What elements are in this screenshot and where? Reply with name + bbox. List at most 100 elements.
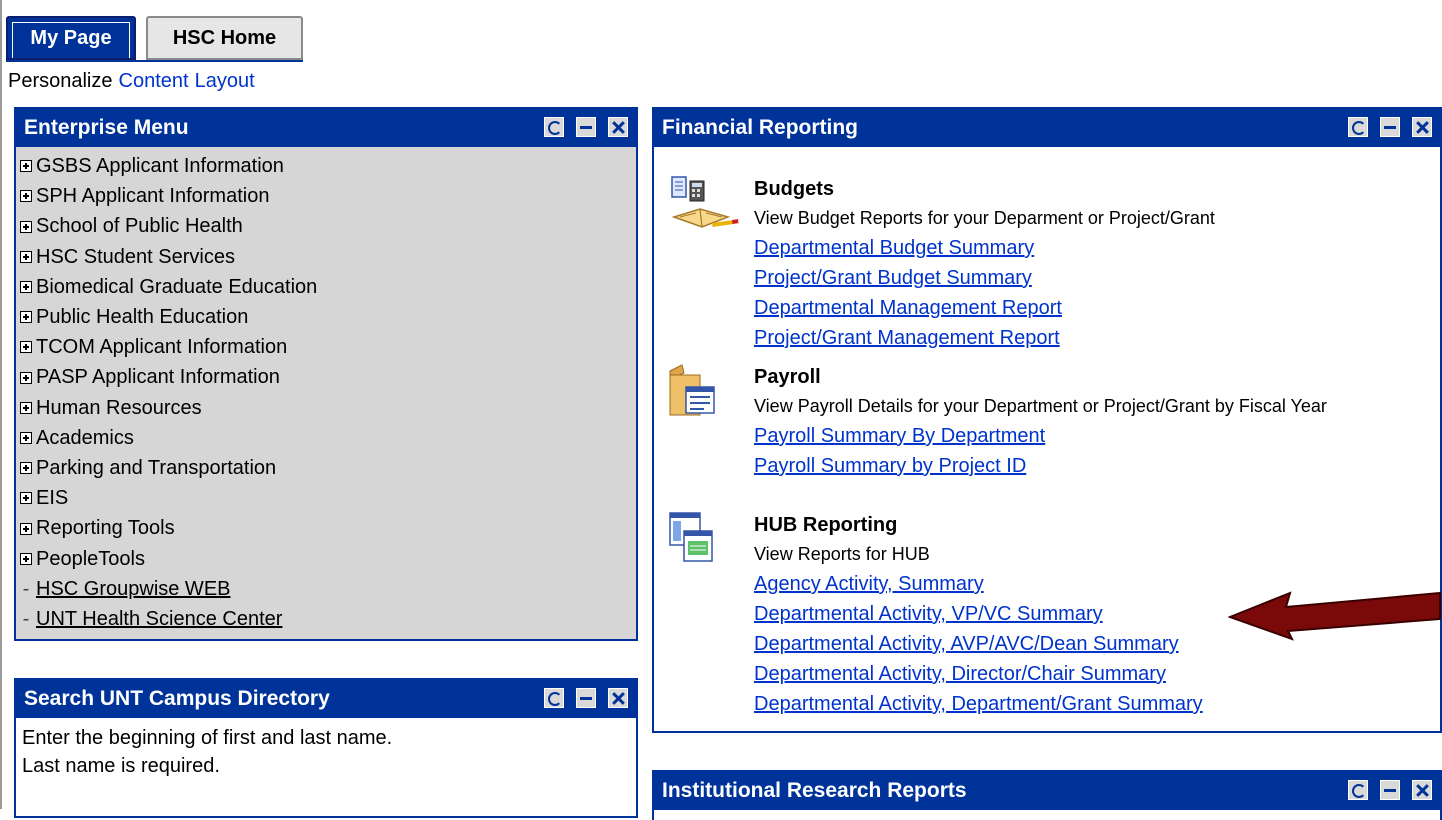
expand-plus-icon[interactable] <box>20 250 32 263</box>
enterprise-menu-list: GSBS Applicant Information SPH Applicant… <box>16 147 636 639</box>
search-directory-body: Enter the beginning of first and last na… <box>16 718 636 786</box>
payroll-heading: Payroll <box>754 366 821 388</box>
menu-folder-label[interactable]: School of Public Health <box>36 211 243 241</box>
menu-folder-item[interactable]: Biomedical Graduate Education <box>20 272 636 302</box>
refresh-icon[interactable] <box>1348 780 1368 800</box>
bullet-dash-icon: - <box>22 577 30 600</box>
departmental-management-report-link[interactable]: Departmental Management Report <box>754 293 1215 323</box>
menu-folder-item[interactable]: HSC Student Services <box>20 242 636 272</box>
enterprise-menu-header: Enterprise Menu <box>16 109 636 147</box>
expand-plus-icon[interactable] <box>20 371 32 384</box>
search-directory-title: Search UNT Campus Directory <box>24 687 330 710</box>
menu-folder-label[interactable]: Human Resources <box>36 393 202 423</box>
menu-folder-item[interactable]: TCOM Applicant Information <box>20 332 636 362</box>
budgets-section: Budgets View Budget Reports for your Dep… <box>754 175 1215 353</box>
institutional-research-title: Institutional Research Reports <box>662 779 967 802</box>
expand-plus-icon[interactable] <box>20 431 32 444</box>
expand-plus-icon[interactable] <box>20 522 32 535</box>
refresh-icon[interactable] <box>1348 117 1368 137</box>
close-icon[interactable] <box>1412 117 1432 137</box>
departmental-activity-department-grant-summary-link[interactable]: Departmental Activity, Department/Grant … <box>754 689 1203 719</box>
departmental-activity-avp-dean-summary-link[interactable]: Departmental Activity, AVP/AVC/Dean Summ… <box>754 629 1203 659</box>
project-grant-budget-summary-link[interactable]: Project/Grant Budget Summary <box>754 263 1215 293</box>
budget-book-calculator-icon <box>671 176 739 228</box>
menu-folder-label[interactable]: SPH Applicant Information <box>36 181 269 211</box>
hub-reporting-description: View Reports for HUB <box>754 544 930 564</box>
menu-folder-item[interactable]: Reporting Tools <box>20 513 636 543</box>
minimize-icon[interactable] <box>576 117 596 137</box>
menu-folder-item[interactable]: SPH Applicant Information <box>20 181 636 211</box>
personalize-layout-link[interactable]: Layout <box>195 70 255 92</box>
departmental-activity-vpvc-summary-link[interactable]: Departmental Activity, VP/VC Summary <box>754 599 1203 629</box>
payroll-description: View Payroll Details for your Department… <box>754 396 1327 416</box>
hub-reporting-heading: HUB Reporting <box>754 514 898 536</box>
menu-folder-label[interactable]: Academics <box>36 423 134 453</box>
bullet-dash-icon: - <box>22 608 30 631</box>
minimize-icon[interactable] <box>576 688 596 708</box>
expand-plus-icon[interactable] <box>20 401 32 414</box>
menu-folder-label[interactable]: Public Health Education <box>36 302 248 332</box>
menu-folder-label[interactable]: PASP Applicant Information <box>36 362 280 392</box>
menu-folder-label[interactable]: Parking and Transportation <box>36 453 276 483</box>
menu-folder-item[interactable]: EIS <box>20 483 636 513</box>
menu-folder-label[interactable]: Biomedical Graduate Education <box>36 272 317 302</box>
personalize-bar: Personalize Content Layout <box>8 70 255 93</box>
payroll-summary-by-project-id-link[interactable]: Payroll Summary by Project ID <box>754 451 1404 481</box>
personalize-label: Personalize <box>8 70 113 92</box>
hub-reporting-section: HUB Reporting View Reports for HUB Agenc… <box>754 511 1203 719</box>
project-grant-management-report-link[interactable]: Project/Grant Management Report <box>754 323 1215 353</box>
menu-folder-item[interactable]: PASP Applicant Information <box>20 362 636 392</box>
tab-hsc-home[interactable]: HSC Home <box>146 16 303 60</box>
expand-plus-icon[interactable] <box>20 160 32 173</box>
expand-plus-icon[interactable] <box>20 311 32 324</box>
minimize-icon[interactable] <box>1380 117 1400 137</box>
refresh-icon[interactable] <box>544 117 564 137</box>
window-left-border <box>0 0 2 809</box>
expand-plus-icon[interactable] <box>20 220 32 233</box>
hub-reports-windows-icon <box>669 512 713 562</box>
menu-folder-label[interactable]: HSC Student Services <box>36 242 235 272</box>
expand-plus-icon[interactable] <box>20 492 32 505</box>
payroll-summary-by-department-link[interactable]: Payroll Summary By Department <box>754 421 1404 451</box>
expand-plus-icon[interactable] <box>20 190 32 203</box>
budgets-description: View Budget Reports for your Deparment o… <box>754 208 1215 228</box>
agency-activity-summary-link[interactable]: Agency Activity, Summary <box>754 569 1203 599</box>
tab-my-page[interactable]: My Page <box>6 16 136 60</box>
menu-folder-item[interactable]: GSBS Applicant Information <box>20 151 636 181</box>
refresh-icon[interactable] <box>544 688 564 708</box>
menu-folder-label[interactable]: PeopleTools <box>36 544 145 574</box>
close-icon[interactable] <box>608 688 628 708</box>
menu-folder-label[interactable]: TCOM Applicant Information <box>36 332 287 362</box>
expand-plus-icon[interactable] <box>20 552 32 565</box>
menu-folder-label[interactable]: EIS <box>36 483 68 513</box>
menu-folder-label[interactable]: Reporting Tools <box>36 513 175 543</box>
budgets-heading: Budgets <box>754 178 834 200</box>
menu-folder-item[interactable]: Human Resources <box>20 393 636 423</box>
search-instructions-line1: Enter the beginning of first and last na… <box>22 727 393 749</box>
menu-folder-item[interactable]: Public Health Education <box>20 302 636 332</box>
menu-folder-item[interactable]: PeopleTools <box>20 544 636 574</box>
search-directory-portlet: Search UNT Campus Directory Enter the be… <box>14 678 638 818</box>
departmental-budget-summary-link[interactable]: Departmental Budget Summary <box>754 233 1215 263</box>
menu-link-label[interactable]: HSC Groupwise WEB <box>36 574 231 604</box>
menu-folder-item[interactable]: School of Public Health <box>20 211 636 241</box>
personalize-content-link[interactable]: Content <box>119 70 189 92</box>
menu-link-item[interactable]: - HSC Groupwise WEB <box>20 574 636 604</box>
menu-folder-label[interactable]: GSBS Applicant Information <box>36 151 284 181</box>
tab-underline <box>6 60 303 62</box>
financial-reporting-body: Budgets View Budget Reports for your Dep… <box>654 147 1440 731</box>
close-icon[interactable] <box>1412 780 1432 800</box>
menu-folder-item[interactable]: Academics <box>20 423 636 453</box>
search-instructions-line2: Last name is required. <box>22 755 220 777</box>
minimize-icon[interactable] <box>1380 780 1400 800</box>
expand-plus-icon[interactable] <box>20 280 32 293</box>
departmental-activity-director-chair-summary-link[interactable]: Departmental Activity, Director/Chair Su… <box>754 659 1203 689</box>
menu-link-label[interactable]: UNT Health Science Center <box>36 604 282 634</box>
close-icon[interactable] <box>608 117 628 137</box>
menu-link-item[interactable]: - UNT Health Science Center <box>20 604 636 634</box>
payroll-folder-icon <box>669 364 715 416</box>
enterprise-menu-portlet: Enterprise Menu GSBS Applicant Informati… <box>14 107 638 641</box>
menu-folder-item[interactable]: Parking and Transportation <box>20 453 636 483</box>
expand-plus-icon[interactable] <box>20 341 32 354</box>
expand-plus-icon[interactable] <box>20 462 32 475</box>
